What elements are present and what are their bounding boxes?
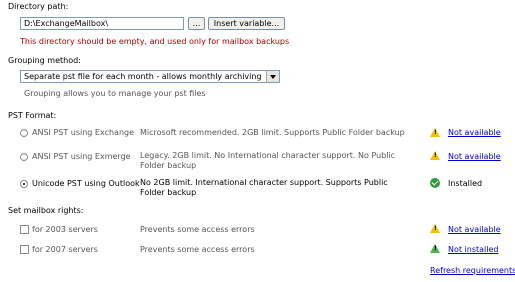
grouping-method-label: Grouping method:	[8, 56, 81, 65]
directory-path-label: Directory path:	[8, 2, 69, 11]
warning-green-icon: !	[430, 244, 440, 253]
warning-icon: !	[430, 128, 440, 137]
checkbox-2003-servers-label[interactable]: for 2003 servers	[32, 225, 98, 234]
radio-unicode-outlook[interactable]	[20, 180, 28, 188]
ansi-exmerge-description: Legacy. 2GB limit. No International char…	[140, 151, 396, 170]
ansi-exmerge-status-link[interactable]: Not available	[448, 152, 501, 161]
servers-2007-description: Prevents some access errors	[140, 245, 255, 254]
radio-ansi-exmerge-label[interactable]: ANSI PST using Exmerge	[32, 152, 131, 161]
ansi-exchange-status-link[interactable]: Not available	[448, 128, 501, 137]
radio-ansi-exchange[interactable]	[20, 129, 28, 137]
radio-ansi-exmerge[interactable]	[20, 153, 28, 161]
warning-icon: !	[430, 224, 440, 233]
refresh-requirements-link[interactable]: Refresh requirements	[430, 266, 515, 275]
unicode-outlook-status: Installed	[448, 179, 483, 188]
unicode-outlook-description: No 2GB limit. International character su…	[140, 178, 388, 197]
directory-path-input[interactable]: D:\ExchangeMailbox\	[20, 17, 184, 30]
ok-icon	[430, 178, 440, 188]
insert-variable-button[interactable]: Insert variable...	[208, 17, 285, 30]
browse-button[interactable]: ...	[188, 17, 205, 30]
servers-2003-status-link[interactable]: Not available	[448, 225, 501, 234]
ansi-exchange-description: Microsoft recommended. 2GB limit. Suppor…	[140, 128, 405, 137]
grouping-hint: Grouping allows you to manage your pst f…	[24, 89, 206, 98]
directory-warning-text: This directory should be empty, and used…	[20, 37, 290, 46]
mailbox-rights-label: Set mailbox rights:	[8, 206, 84, 215]
pst-format-label: PST Format:	[8, 111, 57, 120]
radio-ansi-exchange-label[interactable]: ANSI PST using Exchange	[32, 128, 134, 137]
chevron-down-icon[interactable]	[266, 71, 279, 82]
grouping-method-value: Separate pst file for each month - allow…	[24, 72, 262, 81]
checkbox-2003-servers[interactable]	[20, 225, 29, 234]
grouping-method-select[interactable]: Separate pst file for each month - allow…	[20, 70, 280, 83]
servers-2007-status-link[interactable]: Not installed	[448, 245, 499, 254]
servers-2003-description: Prevents some access errors	[140, 225, 255, 234]
warning-icon: !	[430, 151, 440, 160]
checkbox-2007-servers[interactable]	[20, 245, 29, 254]
radio-unicode-outlook-label[interactable]: Unicode PST using Outlook	[32, 179, 140, 188]
checkbox-2007-servers-label[interactable]: for 2007 servers	[32, 245, 98, 254]
